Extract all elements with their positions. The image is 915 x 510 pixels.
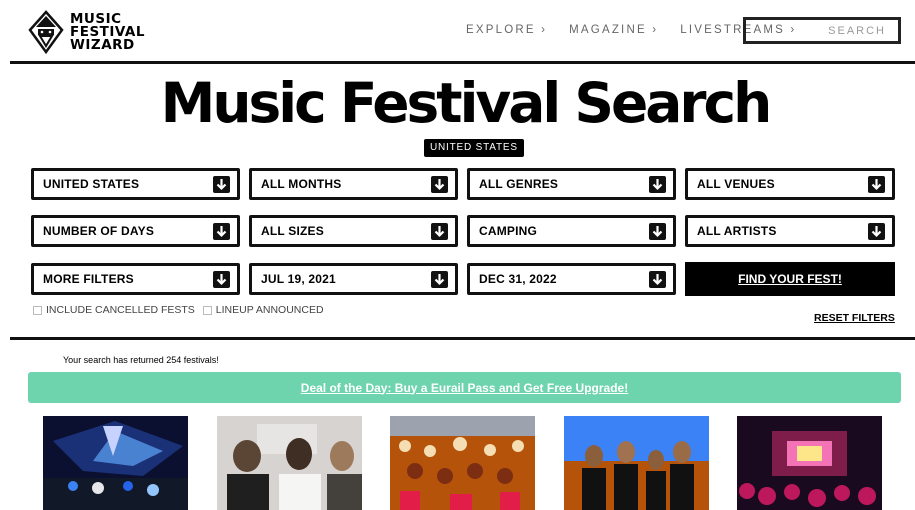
festival-photo-band bbox=[564, 416, 709, 510]
logo-line-3: WIZARD bbox=[70, 36, 135, 53]
days-dropdown-label: NUMBER OF DAYS bbox=[43, 224, 155, 238]
chevron-down-icon bbox=[213, 176, 230, 193]
lineup-announced-checkbox[interactable] bbox=[202, 305, 212, 315]
chevron-down-icon bbox=[868, 176, 885, 193]
chevron-down-icon bbox=[649, 176, 666, 193]
include-cancelled-label[interactable]: INCLUDE CANCELLED FESTS bbox=[46, 304, 195, 316]
end-date-dropdown[interactable]: DEC 31, 2022 bbox=[467, 263, 676, 295]
festival-card-image[interactable] bbox=[564, 416, 709, 510]
chevron-down-icon bbox=[431, 176, 448, 193]
end-date-label: DEC 31, 2022 bbox=[479, 272, 557, 286]
chevron-down-icon bbox=[213, 271, 230, 288]
venues-dropdown-label: ALL VENUES bbox=[697, 177, 775, 191]
festival-photo-concert bbox=[43, 416, 188, 510]
logo[interactable]: MUSIC FESTIVAL WIZARD bbox=[28, 9, 168, 55]
deal-banner: Deal of the Day: Buy a Eurail Pass and G… bbox=[28, 372, 901, 403]
more-filters-dropdown[interactable]: MORE FILTERS bbox=[31, 263, 240, 295]
include-cancelled-checkbox[interactable] bbox=[33, 305, 42, 315]
festival-card-image[interactable] bbox=[43, 416, 188, 510]
months-dropdown-label: ALL MONTHS bbox=[261, 177, 342, 191]
festival-photo-stage bbox=[737, 416, 882, 510]
chevron-down-icon bbox=[431, 271, 448, 288]
months-dropdown[interactable]: ALL MONTHS bbox=[249, 168, 458, 200]
reset-filters-link[interactable]: RESET FILTERS bbox=[814, 312, 895, 324]
deal-link[interactable]: Deal of the Day: Buy a Eurail Pass and G… bbox=[301, 381, 628, 395]
festival-card-image[interactable] bbox=[217, 416, 362, 510]
chevron-down-icon bbox=[213, 223, 230, 240]
country-dropdown-label: UNITED STATES bbox=[43, 177, 140, 191]
chevron-down-icon bbox=[431, 223, 448, 240]
festival-photo-country-crowd bbox=[390, 416, 535, 510]
page-title: Music Festival Search bbox=[160, 71, 773, 135]
checkbox-row: INCLUDE CANCELLED FESTS LINEUP ANNOUNCED bbox=[33, 304, 332, 316]
logo-wordmark: MUSIC FESTIVAL WIZARD bbox=[70, 12, 145, 53]
start-date-label: JUL 19, 2021 bbox=[261, 272, 336, 286]
chevron-down-icon bbox=[649, 271, 666, 288]
sizes-dropdown-label: ALL SIZES bbox=[261, 224, 324, 238]
find-your-fest-button[interactable]: FIND YOUR FEST! bbox=[685, 262, 895, 296]
genres-dropdown-label: ALL GENRES bbox=[479, 177, 559, 191]
chevron-down-icon bbox=[649, 223, 666, 240]
camping-dropdown[interactable]: CAMPING bbox=[467, 215, 676, 247]
festival-photo-crowd bbox=[217, 416, 362, 510]
country-dropdown[interactable]: UNITED STATES bbox=[31, 168, 240, 200]
nav-magazine[interactable]: MAGAZINE › bbox=[569, 24, 658, 36]
sizes-dropdown[interactable]: ALL SIZES bbox=[249, 215, 458, 247]
festival-card-image[interactable] bbox=[737, 416, 882, 510]
nav-explore[interactable]: EXPLORE › bbox=[466, 24, 547, 36]
genres-dropdown[interactable]: ALL GENRES bbox=[467, 168, 676, 200]
section-divider bbox=[10, 337, 915, 340]
artists-dropdown-label: ALL ARTISTS bbox=[697, 224, 777, 238]
results-count: Your search has returned 254 festivals! bbox=[63, 355, 219, 365]
festival-card-image[interactable] bbox=[390, 416, 535, 510]
header-divider bbox=[10, 61, 915, 64]
country-badge: UNITED STATES bbox=[424, 139, 524, 157]
camping-dropdown-label: CAMPING bbox=[479, 224, 538, 238]
start-date-dropdown[interactable]: JUL 19, 2021 bbox=[249, 263, 458, 295]
wizard-logo-icon bbox=[28, 10, 64, 54]
chevron-down-icon bbox=[868, 223, 885, 240]
search-box bbox=[743, 17, 901, 44]
search-input[interactable] bbox=[746, 24, 886, 37]
lineup-announced-label[interactable]: LINEUP ANNOUNCED bbox=[216, 304, 324, 316]
artists-dropdown[interactable]: ALL ARTISTS bbox=[685, 215, 895, 247]
more-filters-label: MORE FILTERS bbox=[43, 272, 134, 286]
venues-dropdown[interactable]: ALL VENUES bbox=[685, 168, 895, 200]
days-dropdown[interactable]: NUMBER OF DAYS bbox=[31, 215, 240, 247]
